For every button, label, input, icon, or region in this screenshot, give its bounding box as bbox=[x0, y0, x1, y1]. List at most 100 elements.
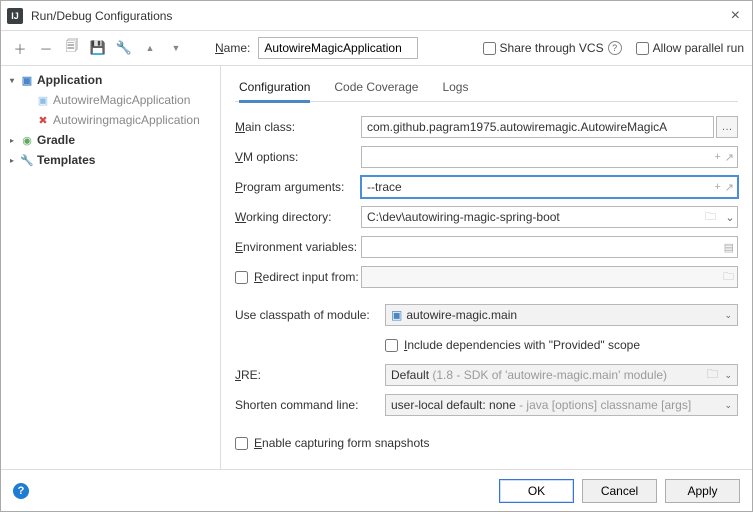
copy-button[interactable]: 🗐 bbox=[61, 37, 83, 59]
wrench-icon: 🔧 bbox=[20, 153, 34, 167]
error-icon: ✖ bbox=[36, 113, 50, 127]
folder-icon[interactable]: 🗀 bbox=[705, 208, 716, 227]
tree-label: Application bbox=[37, 73, 102, 87]
row-shorten: Shorten command line: user-local default… bbox=[235, 390, 738, 420]
classpath-value: autowire-magic.main bbox=[406, 308, 724, 322]
wrench-icon[interactable]: 🔧 bbox=[113, 37, 135, 59]
application-icon: ▣ bbox=[20, 73, 34, 87]
move-up-button[interactable]: ▲ bbox=[139, 37, 161, 59]
jre-value: Default bbox=[391, 368, 429, 382]
tree-label: Templates bbox=[37, 153, 95, 167]
close-icon[interactable]: × bbox=[725, 7, 746, 25]
share-vcs-checkbox[interactable]: Share through VCS bbox=[483, 41, 604, 55]
redirect-check[interactable] bbox=[235, 271, 248, 284]
add-button[interactable]: ＋ bbox=[9, 37, 31, 59]
insert-macro-icon[interactable]: + bbox=[714, 181, 720, 194]
chevron-down-icon[interactable]: ⌄ bbox=[722, 206, 738, 228]
tree-node-templates[interactable]: ▸ 🔧 Templates bbox=[1, 150, 220, 170]
include-provided-checkbox[interactable]: Include dependencies with "Provided" sco… bbox=[385, 338, 640, 352]
title-bar: IJ Run/Debug Configurations × bbox=[1, 1, 752, 31]
main-area: ▾ ▣ Application ▣ AutowireMagicApplicati… bbox=[1, 65, 752, 469]
config-form: Main class: … VM options: + ↗ Program ar bbox=[235, 102, 738, 458]
apply-button[interactable]: Apply bbox=[665, 479, 740, 503]
tree-node-gradle[interactable]: ▸ ◉ Gradle bbox=[1, 130, 220, 150]
ok-button[interactable]: OK bbox=[499, 479, 574, 503]
include-provided-check[interactable] bbox=[385, 339, 398, 352]
row-snapshots: Enable capturing form snapshots bbox=[235, 428, 738, 458]
shorten-hint: - java [options] classname [args] bbox=[519, 398, 691, 412]
classpath-dropdown[interactable]: ▣ autowire-magic.main ⌄ bbox=[385, 304, 738, 326]
application-icon: ▣ bbox=[36, 93, 50, 107]
chevron-right-icon: ▸ bbox=[7, 136, 17, 145]
share-help-icon[interactable]: ? bbox=[608, 41, 622, 55]
expand-icon[interactable]: ↗ bbox=[725, 181, 734, 194]
tree-node-application[interactable]: ▾ ▣ Application bbox=[1, 70, 220, 90]
move-down-button[interactable]: ▼ bbox=[165, 37, 187, 59]
program-args-input[interactable] bbox=[361, 176, 738, 198]
redirect-input-field bbox=[361, 266, 738, 288]
working-dir-label: Working directory: bbox=[235, 210, 361, 224]
jre-hint: (1.8 - SDK of 'autowire-magic.main' modu… bbox=[432, 368, 667, 382]
tab-logs[interactable]: Logs bbox=[442, 80, 468, 102]
row-working-dir: Working directory: 🗀 ⌄ bbox=[235, 202, 738, 232]
tree-label: AutowiringmagicApplication bbox=[53, 113, 200, 127]
env-vars-label: Environment variables: bbox=[235, 240, 361, 254]
tree-label: AutowireMagicApplication bbox=[53, 93, 190, 107]
config-tree: ▾ ▣ Application ▣ AutowireMagicApplicati… bbox=[1, 66, 221, 469]
cancel-button[interactable]: Cancel bbox=[582, 479, 657, 503]
footer: ? OK Cancel Apply bbox=[1, 469, 752, 511]
row-classpath: Use classpath of module: ▣ autowire-magi… bbox=[235, 300, 738, 330]
chevron-down-icon: ⌄ bbox=[724, 310, 732, 321]
row-redirect: Redirect input from: 🗀 bbox=[235, 262, 738, 292]
tree-item-autowire-magic[interactable]: ▣ AutowireMagicApplication bbox=[1, 90, 220, 110]
remove-button[interactable]: － bbox=[35, 37, 57, 59]
row-include-provided: Include dependencies with "Provided" sco… bbox=[235, 330, 738, 360]
save-button[interactable]: 💾 bbox=[87, 37, 109, 59]
folder-icon: 🗀 bbox=[706, 365, 718, 386]
tabs: Configuration Code Coverage Logs bbox=[235, 66, 738, 102]
shorten-dropdown[interactable]: user-local default: none - java [options… bbox=[385, 394, 738, 416]
row-program-args: Program arguments: + ↗ bbox=[235, 172, 738, 202]
vm-options-label: VM options: bbox=[235, 150, 361, 164]
chevron-down-icon: ▾ bbox=[7, 76, 17, 85]
intellij-icon: IJ bbox=[7, 8, 23, 24]
insert-macro-icon[interactable]: + bbox=[714, 151, 720, 164]
allow-parallel-check[interactable] bbox=[636, 42, 649, 55]
name-label: Name: bbox=[215, 41, 250, 55]
enable-snapshots-check[interactable] bbox=[235, 437, 248, 450]
chevron-down-icon: ⌄ bbox=[724, 370, 732, 381]
jre-label: JRE: bbox=[235, 368, 385, 382]
tree-label: Gradle bbox=[37, 133, 75, 147]
toolbar: ＋ － 🗐 💾 🔧 ▲ ▼ Name: Share through VCS ? … bbox=[1, 31, 752, 65]
tab-code-coverage[interactable]: Code Coverage bbox=[334, 80, 418, 102]
help-icon[interactable]: ? bbox=[13, 483, 29, 499]
content-panel: Configuration Code Coverage Logs Main cl… bbox=[221, 66, 752, 469]
expand-icon[interactable]: ↗ bbox=[725, 151, 734, 164]
chevron-down-icon: ⌄ bbox=[724, 400, 732, 411]
enable-snapshots-checkbox[interactable]: Enable capturing form snapshots bbox=[235, 436, 429, 450]
list-edit-icon[interactable]: ▤ bbox=[724, 241, 734, 254]
jre-dropdown[interactable]: Default (1.8 - SDK of 'autowire-magic.ma… bbox=[385, 364, 738, 386]
window-title: Run/Debug Configurations bbox=[31, 9, 725, 23]
row-env-vars: Environment variables: ▤ bbox=[235, 232, 738, 262]
share-vcs-check[interactable] bbox=[483, 42, 496, 55]
vm-options-input[interactable] bbox=[361, 146, 738, 168]
main-class-label: Main class: bbox=[235, 120, 361, 134]
row-main-class: Main class: … bbox=[235, 112, 738, 142]
program-args-label: Program arguments: bbox=[235, 180, 361, 194]
shorten-value: user-local default: none bbox=[391, 398, 516, 412]
module-icon: ▣ bbox=[391, 308, 402, 322]
redirect-input-checkbox[interactable]: Redirect input from: bbox=[235, 270, 361, 284]
tab-configuration[interactable]: Configuration bbox=[239, 80, 310, 103]
allow-parallel-checkbox[interactable]: Allow parallel run bbox=[636, 41, 744, 55]
name-input[interactable] bbox=[258, 37, 418, 59]
tree-item-autowiring-magic[interactable]: ✖ AutowiringmagicApplication bbox=[1, 110, 220, 130]
row-vm-options: VM options: + ↗ bbox=[235, 142, 738, 172]
folder-icon: 🗀 bbox=[723, 268, 734, 287]
browse-class-button[interactable]: … bbox=[716, 116, 738, 138]
working-directory-input[interactable] bbox=[361, 206, 738, 228]
chevron-right-icon: ▸ bbox=[7, 156, 17, 165]
classpath-label: Use classpath of module: bbox=[235, 308, 385, 322]
env-vars-input[interactable] bbox=[361, 236, 738, 258]
main-class-input[interactable] bbox=[361, 116, 714, 138]
